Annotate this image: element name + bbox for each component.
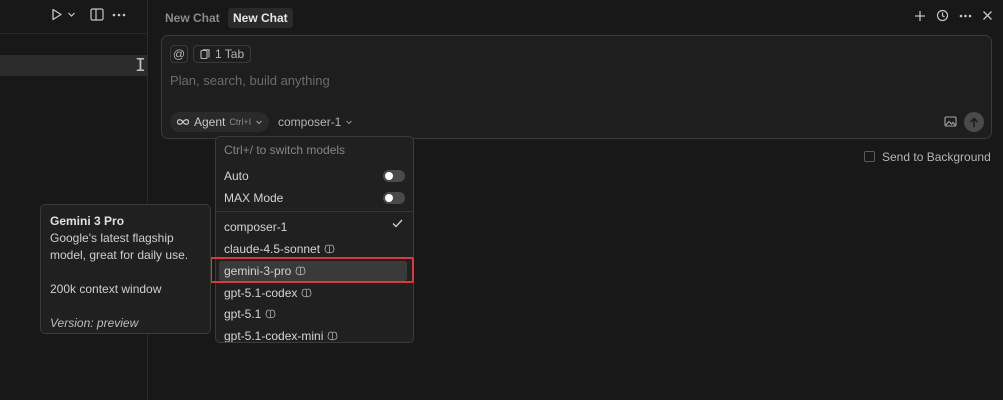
tab-new-chat-2[interactable]: New Chat [228, 8, 293, 28]
chat-composer: @ 1 Tab Plan, search, build anything Age… [161, 35, 992, 139]
model-selector-button[interactable]: composer-1 [278, 114, 353, 130]
model-dropdown: Ctrl+/ to switch models Auto MAX Mode co… [215, 136, 414, 343]
model-name: claude-4.5-sonnet [224, 242, 321, 256]
max-mode-label: MAX Mode [224, 191, 284, 205]
model-item-composer-1[interactable]: composer-1 [224, 217, 408, 237]
model-name: gpt-5.1 [224, 307, 262, 321]
check-icon [392, 219, 403, 228]
image-icon[interactable] [944, 116, 957, 127]
model-name: gpt-5.1-codex-mini [224, 329, 324, 343]
tooltip-description: Google's latest flagship model, great fo… [50, 231, 189, 262]
text-cursor-icon: I [135, 55, 146, 76]
play-icon[interactable] [50, 8, 63, 21]
dropdown-divider [216, 211, 413, 212]
brain-icon [327, 331, 338, 341]
model-name: composer-1 [224, 220, 288, 234]
chevron-down-icon[interactable] [67, 10, 76, 19]
context-tab-chip[interactable]: 1 Tab [193, 45, 252, 63]
close-icon[interactable] [982, 10, 993, 21]
send-to-background-label[interactable]: Send to Background [882, 150, 991, 164]
brain-icon [265, 309, 276, 319]
model-item-gpt-5.1-codex[interactable]: gpt-5.1-codex [224, 283, 408, 303]
plus-icon[interactable] [914, 10, 926, 22]
chevron-down-icon [345, 118, 353, 126]
tooltip-context-window: 200k context window [50, 282, 162, 296]
tooltip-title: Gemini 3 Pro [50, 214, 125, 228]
split-layout-icon[interactable] [90, 8, 104, 21]
agent-mode-button[interactable]: Agent Ctrl+I [170, 112, 270, 132]
model-item-gpt-5.1[interactable]: gpt-5.1 [224, 304, 408, 324]
left-panel-divider [0, 33, 147, 34]
highlight-annotation [210, 257, 414, 283]
max-mode-toggle[interactable] [383, 192, 405, 204]
agent-mode-label: Agent [194, 115, 226, 129]
brain-icon [324, 244, 335, 254]
left-panel-selected-row[interactable] [0, 55, 147, 76]
model-item-claude-4.5-sonnet[interactable]: claude-4.5-sonnet [224, 239, 408, 259]
agent-mode-shortcut: Ctrl+I [229, 117, 252, 127]
send-button[interactable] [964, 112, 984, 132]
tooltip-version: Version: preview [50, 316, 139, 330]
more-icon[interactable] [112, 13, 126, 17]
model-tooltip: Gemini 3 Pro Google's latest flagship mo… [40, 204, 211, 334]
left-toolbar [50, 8, 126, 21]
tab-context-icon [200, 48, 210, 60]
infinity-icon [176, 118, 190, 126]
auto-label: Auto [224, 169, 249, 183]
auto-toggle[interactable] [383, 170, 405, 182]
model-selector-label: composer-1 [278, 115, 342, 129]
chat-toolbar [914, 9, 993, 22]
arrow-up-icon [969, 116, 979, 128]
send-to-background-checkbox[interactable] [864, 151, 875, 162]
brain-icon [301, 288, 312, 298]
dropdown-hint: Ctrl+/ to switch models [224, 143, 346, 157]
tab-new-chat-1[interactable]: New Chat [160, 8, 225, 28]
history-icon[interactable] [936, 9, 949, 22]
model-name: gpt-5.1-codex [224, 286, 298, 300]
chevron-down-icon [255, 118, 263, 126]
context-tab-label: 1 Tab [215, 47, 245, 61]
more-icon[interactable] [959, 14, 972, 18]
chat-input[interactable]: Plan, search, build anything [170, 73, 330, 88]
mention-button[interactable]: @ [170, 45, 188, 63]
model-item-gpt-5.1-codex-mini[interactable]: gpt-5.1-codex-mini [224, 326, 408, 343]
